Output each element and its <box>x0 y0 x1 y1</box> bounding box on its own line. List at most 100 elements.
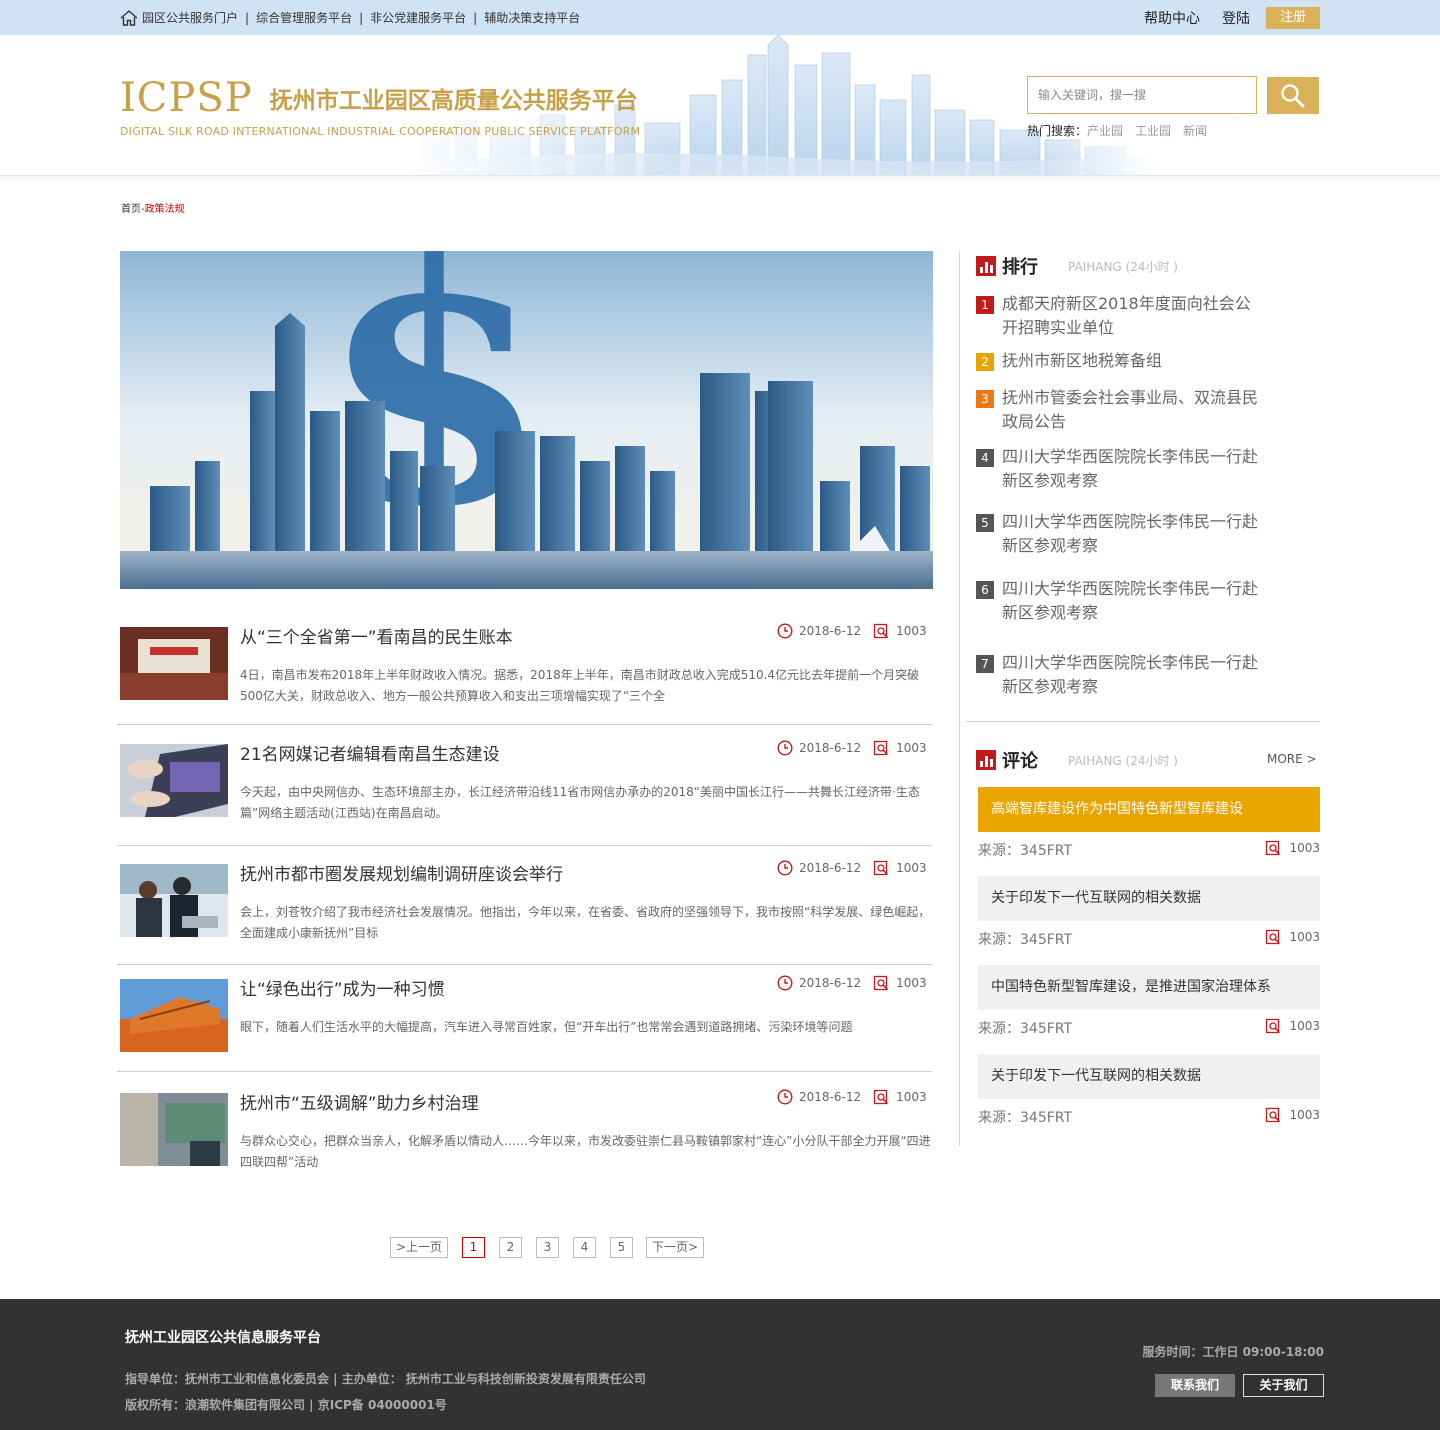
divider: | <box>473 10 478 25</box>
rank-item[interactable]: 2 抚州市新区地税筹备组 <box>976 349 1276 373</box>
rank-number: 1 <box>976 296 994 314</box>
news-item[interactable]: 抚州市“五级调解”助力乡村治理 2018-6-12 1003 与群众心交心，把群… <box>120 1089 935 1169</box>
news-date: 2018-6-12 <box>799 861 862 875</box>
divider <box>117 845 932 846</box>
comment-item[interactable]: 高端智库建设作为中国特色新型智库建设 <box>978 787 1320 832</box>
site-logo[interactable]: ICPSP 抚州市工业园区高质量公共服务平台 DIGITAL SILK ROAD… <box>120 75 640 138</box>
banner-image[interactable]: $ <box>120 251 933 589</box>
news-meta: 2018-6-12 1003 <box>777 623 927 639</box>
help-center-link[interactable]: 帮助中心 <box>1144 8 1200 28</box>
page-button[interactable]: 1 <box>462 1237 485 1258</box>
news-view-count: 1003 <box>896 976 927 990</box>
home-icon[interactable] <box>120 9 138 26</box>
next-page-button[interactable]: 下一页> <box>646 1237 704 1258</box>
logo-abbr: ICPSP <box>120 75 253 121</box>
prev-page-button[interactable]: >上一页 <box>390 1237 448 1258</box>
news-item[interactable]: 21名网媒记者编辑看南昌生态建设 2018-6-12 1003 今天起，由中央网… <box>120 740 935 820</box>
footer-site-name: 抚州工业园区公共信息服务平台 <box>125 1330 321 1346</box>
hot-term[interactable]: 新闻 <box>1183 124 1207 138</box>
search-icon <box>1281 83 1305 107</box>
rank-text[interactable]: 四川大学华西医院院长李伟民一行赴新区参观考察 <box>1002 510 1262 558</box>
rank-text[interactable]: 抚州市管委会社会事业局、双流县民政局公告 <box>1002 386 1262 434</box>
search-input[interactable]: 输入关键词，搜一搜 <box>1027 76 1257 114</box>
news-meta: 2018-6-12 1003 <box>777 860 927 876</box>
divider: | <box>245 10 250 25</box>
rank-item[interactable]: 5 四川大学华西医院院长李伟民一行赴新区参观考察 <box>976 510 1276 558</box>
rank-item[interactable]: 6 四川大学华西医院院长李伟民一行赴新区参观考察 <box>976 577 1276 625</box>
news-thumbnail[interactable] <box>120 1093 228 1166</box>
register-button[interactable]: 注册 <box>1266 7 1320 29</box>
view-count-icon <box>873 860 889 876</box>
news-date: 2018-6-12 <box>799 624 862 638</box>
comment-item[interactable]: 关于印发下一代互联网的相关数据 <box>978 876 1320 921</box>
hot-term[interactable]: 工业园 <box>1135 124 1171 138</box>
comments-subtitle: PAIHANG (24小时 ) <box>1068 753 1178 768</box>
comment-source: 来源：345FRT <box>978 1110 1073 1126</box>
news-title[interactable]: 让“绿色出行”成为一种习惯 <box>240 975 445 1000</box>
clock-icon <box>777 975 793 991</box>
rank-subtitle: PAIHANG (24小时 ) <box>1068 259 1178 274</box>
rank-item[interactable]: 4 四川大学华西医院院长李伟民一行赴新区参观考察 <box>976 445 1276 493</box>
comment-count: 1003 <box>1289 930 1320 944</box>
link-party[interactable]: 非公党建服务平台 <box>370 9 466 26</box>
news-item[interactable]: 抚州市都市圈发展规划编制调研座谈会举行 2018-6-12 1003 会上，刘苍… <box>120 860 935 940</box>
view-count-icon <box>1266 1018 1281 1034</box>
news-title[interactable]: 从“三个全省第一”看南昌的民生账本 <box>240 623 513 648</box>
news-meta: 2018-6-12 1003 <box>777 975 927 991</box>
comment-count: 1003 <box>1289 1019 1320 1033</box>
link-portal[interactable]: 园区公共服务门户 <box>142 9 238 26</box>
rank-number: 3 <box>976 390 994 408</box>
view-count-icon <box>1266 840 1281 856</box>
rank-item[interactable]: 7 四川大学华西医院院长李伟民一行赴新区参观考察 <box>976 651 1276 699</box>
rank-title: 排行 <box>1002 257 1038 278</box>
news-title[interactable]: 21名网媒记者编辑看南昌生态建设 <box>240 740 500 765</box>
logo-title: 抚州市工业园区高质量公共服务平台 <box>269 88 638 114</box>
news-title[interactable]: 抚州市“五级调解”助力乡村治理 <box>240 1089 479 1114</box>
comment-source: 来源：345FRT <box>978 932 1073 948</box>
page-button[interactable]: 2 <box>499 1237 522 1258</box>
clock-icon <box>777 1089 793 1105</box>
bar-chart-icon <box>976 256 996 276</box>
comment-source: 来源：345FRT <box>978 843 1073 859</box>
news-thumbnail[interactable] <box>120 744 228 817</box>
page-button[interactable]: 3 <box>536 1237 559 1258</box>
news-thumbnail[interactable] <box>120 979 228 1052</box>
page-button[interactable]: 4 <box>573 1237 596 1258</box>
link-decision[interactable]: 辅助决策支持平台 <box>484 9 580 26</box>
footer-organizers: 指导单位：抚州市工业和信息化委员会 | 主办单位： 抚州市工业与科技创新投资发展… <box>125 1372 646 1386</box>
rank-item[interactable]: 3 抚州市管委会社会事业局、双流县民政局公告 <box>976 386 1276 434</box>
comment-source: 来源：345FRT <box>978 1021 1073 1037</box>
rank-text[interactable]: 四川大学华西医院院长李伟民一行赴新区参观考察 <box>1002 445 1262 493</box>
clock-icon <box>777 623 793 639</box>
link-management[interactable]: 综合管理服务平台 <box>256 9 352 26</box>
news-summary: 会上，刘苍牧介绍了我市经济社会发展情况。他指出，今年以来，在省委、省政府的坚强领… <box>240 905 931 940</box>
hot-search-label: 热门搜索： <box>1027 124 1088 138</box>
rank-text[interactable]: 四川大学华西医院院长李伟民一行赴新区参观考察 <box>1002 577 1262 625</box>
rank-number: 7 <box>976 655 994 673</box>
search-button[interactable] <box>1267 77 1319 114</box>
news-view-count: 1003 <box>896 624 927 638</box>
view-count-icon <box>1266 929 1281 945</box>
news-thumbnail[interactable] <box>120 864 228 937</box>
rank-text[interactable]: 成都天府新区2018年度面向社会公开招聘实业单位 <box>1002 292 1262 340</box>
rank-item[interactable]: 1 成都天府新区2018年度面向社会公开招聘实业单位 <box>976 292 1276 340</box>
comment-meta: 来源：345FRT 1003 <box>978 1018 1320 1038</box>
login-link[interactable]: 登陆 <box>1222 8 1250 28</box>
hot-term[interactable]: 产业园 <box>1087 124 1123 138</box>
page-button[interactable]: 5 <box>610 1237 633 1258</box>
news-thumbnail[interactable] <box>120 627 228 700</box>
rank-text[interactable]: 四川大学华西医院院长李伟民一行赴新区参观考察 <box>1002 651 1262 699</box>
breadcrumb-home[interactable]: 首页 <box>121 204 141 215</box>
more-link[interactable]: MORE > <box>1267 752 1317 766</box>
about-us-button[interactable]: 关于我们 <box>1243 1374 1324 1397</box>
rank-text[interactable]: 抚州市新区地税筹备组 <box>1002 349 1262 373</box>
user-actions: 帮助中心 登陆 注册 <box>1144 7 1320 29</box>
news-item[interactable]: 从“三个全省第一”看南昌的民生账本 2018-6-12 1003 4日，南昌市发… <box>120 623 935 703</box>
contact-us-button[interactable]: 联系我们 <box>1155 1374 1235 1397</box>
news-item[interactable]: 让“绿色出行”成为一种习惯 2018-6-12 1003 眼下，随着人们生活水平… <box>120 975 935 1052</box>
news-view-count: 1003 <box>896 1090 927 1104</box>
news-title[interactable]: 抚州市都市圈发展规划编制调研座谈会举行 <box>240 860 563 885</box>
comment-item[interactable]: 关于印发下一代互联网的相关数据 <box>978 1054 1320 1099</box>
comment-item[interactable]: 中国特色新型智库建设，是推进国家治理体系 <box>978 965 1320 1010</box>
hot-search: 热门搜索：产业园 工业园 新闻 <box>1027 122 1257 139</box>
